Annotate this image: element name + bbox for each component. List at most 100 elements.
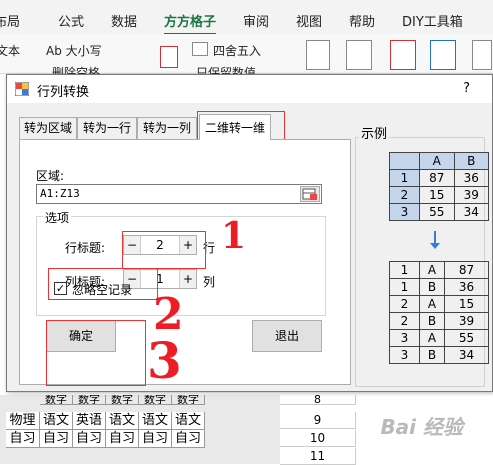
dialog-title: 行列转换: [37, 85, 90, 100]
tab-to-range[interactable]: 转为区域: [19, 117, 77, 139]
annotation-3: 3: [147, 331, 182, 390]
row-header-label: 行标题:: [65, 241, 106, 255]
sheet-cell[interactable]: 语文: [40, 412, 73, 430]
ribbon-tab-formulas[interactable]: 公式: [58, 11, 84, 30]
ribbon-tab-fangfang[interactable]: 方方格子: [164, 11, 217, 36]
tab-panel: 区域: A1:Z13 选项 行标题: − 2 + 行 列标题: − 1 + 列 …: [19, 139, 351, 386]
highlight-box: [48, 268, 158, 300]
ex-cell: 39: [443, 312, 490, 330]
ex-cell: 87: [443, 261, 490, 279]
calc-icon: [160, 46, 178, 68]
ribbon-tab-review[interactable]: 审阅: [243, 11, 269, 30]
ex-cell: A: [419, 261, 445, 279]
row-number[interactable]: 8: [280, 394, 356, 405]
ribbon-trim-button[interactable]: 删除空格: [52, 64, 100, 74]
ex-cell: 39: [453, 186, 489, 204]
ex-cell: 3: [389, 203, 420, 221]
row-number[interactable]: 9: [280, 412, 356, 429]
ex-header-cell: [389, 152, 420, 170]
sheet-cell[interactable]: 语文: [139, 412, 172, 430]
ribbon-tab-bar: 布局 公式 数据 方方格子 审阅 视图 帮助 DIY工具箱: [0, 0, 493, 36]
ex-cell: B: [419, 278, 445, 296]
ex-cell: 15: [443, 295, 490, 313]
watermark: Bai 经验: [380, 415, 463, 439]
ex-cell: 1: [389, 278, 420, 296]
range-input[interactable]: A1:Z13: [36, 184, 322, 204]
ex-cell: A: [419, 295, 445, 313]
ex-cell: 3: [389, 329, 420, 347]
delete-grid-icon: [390, 40, 416, 70]
ex-cell: 55: [443, 329, 490, 347]
ex-cell: 3: [389, 346, 420, 364]
sheet-cell[interactable]: 数字: [73, 395, 106, 405]
col-plus-button[interactable]: +: [180, 270, 196, 288]
format-icon: [472, 40, 492, 70]
ribbon-keep-values-button[interactable]: 只保留数值: [196, 64, 256, 74]
ribbon-tab-view[interactable]: 视图: [296, 11, 322, 30]
ex-cell: 1: [389, 261, 420, 279]
ex-cell: 55: [419, 203, 455, 221]
down-arrow-icon: [430, 231, 440, 249]
col-unit: 列: [203, 275, 216, 289]
sheet-cell[interactable]: 数字: [40, 395, 73, 405]
sheet-cell[interactable]: 自习: [73, 430, 106, 448]
ex-cell: 2: [389, 312, 420, 330]
row-number[interactable]: 10: [280, 430, 356, 447]
ribbon-tab-diy[interactable]: DIY工具箱: [402, 11, 463, 30]
sheet-cell[interactable]: 自习: [106, 430, 139, 448]
sheet-cell[interactable]: 自习: [6, 430, 40, 448]
ex-cell: 1: [389, 169, 420, 187]
grid-icon: [346, 40, 372, 70]
options-legend: 选项: [43, 209, 72, 226]
ribbon-case-button[interactable]: Ab 大小写: [46, 42, 102, 59]
ex-cell: B: [419, 346, 445, 364]
ex-header-cell: B: [453, 152, 489, 170]
dialog-titlebar[interactable]: 行列转换 ?: [7, 75, 492, 103]
sheet-cell[interactable]: 英语: [73, 412, 106, 430]
ex-cell: 36: [453, 169, 489, 187]
table-icon: [192, 42, 208, 56]
highlight-box: [122, 231, 206, 269]
ribbon-tab-layout[interactable]: 布局: [0, 11, 20, 30]
annotation-1: 1: [221, 215, 247, 257]
ex-cell: 34: [453, 203, 489, 221]
tab-2d-to-1d[interactable]: 二维转一维: [199, 114, 271, 140]
ribbon-body: 文本 Ab 大小写 删除空格 四舍五入 只保留数值: [0, 34, 493, 74]
sheet-cell[interactable]: 自习: [172, 430, 205, 448]
ex-cell: A: [419, 329, 445, 347]
help-button[interactable]: ?: [463, 81, 470, 96]
tab-to-column[interactable]: 转为一列: [137, 117, 197, 139]
highlight-box: [46, 320, 146, 386]
ribbon-round-button[interactable]: 四舍五入: [213, 42, 261, 59]
ribbon-text-button[interactable]: 文本: [0, 42, 20, 59]
ex-cell: 2: [389, 186, 420, 204]
app-icon: [15, 82, 29, 96]
sheet-cell[interactable]: 数字: [172, 395, 205, 405]
exit-button[interactable]: 退出: [252, 320, 322, 352]
ribbon-tab-help[interactable]: 帮助: [349, 11, 375, 30]
select-grid-icon: [430, 40, 456, 70]
example-result-table: 1 A 87 1 B 36 2 A 15 2 B 39 3 A 55 3 B 34: [389, 261, 490, 364]
range-label: 区域:: [36, 169, 65, 183]
sheet-cell[interactable]: 自习: [40, 430, 73, 448]
sheet-cell[interactable]: 数字: [139, 395, 172, 405]
ribbon-tab-data[interactable]: 数据: [111, 11, 137, 30]
range-picker-icon: [302, 188, 317, 200]
tab-to-row[interactable]: 转为一行: [77, 117, 137, 139]
ex-cell: 87: [419, 169, 455, 187]
ex-cell: B: [419, 312, 445, 330]
ex-header-cell: A: [419, 152, 455, 170]
sheet-cell[interactable]: 数字: [106, 395, 139, 405]
example-source-table: A B 1 87 36 2 15 39 3 55 34: [389, 152, 489, 221]
sheet-cell[interactable]: 语文: [172, 412, 205, 430]
row-number[interactable]: 11: [280, 448, 356, 465]
sheet-cell[interactable]: 语文: [106, 412, 139, 430]
spreadsheet: 数字 数字 数字 数字 数字 物理 语文 英语 语文 语文 语文 自习 自习 自…: [0, 394, 493, 465]
ex-cell: 15: [419, 186, 455, 204]
range-picker-button[interactable]: [300, 186, 320, 202]
sheet-cell[interactable]: 物理: [6, 412, 40, 430]
sheet-cell[interactable]: 自习: [139, 430, 172, 448]
example-title: 示例: [359, 123, 390, 142]
paste-icon: [306, 40, 330, 70]
row-col-convert-dialog: 行列转换 ? 转为区域 转为一行 转为一列 二维转一维 区域: A1:Z13 选…: [6, 74, 493, 392]
